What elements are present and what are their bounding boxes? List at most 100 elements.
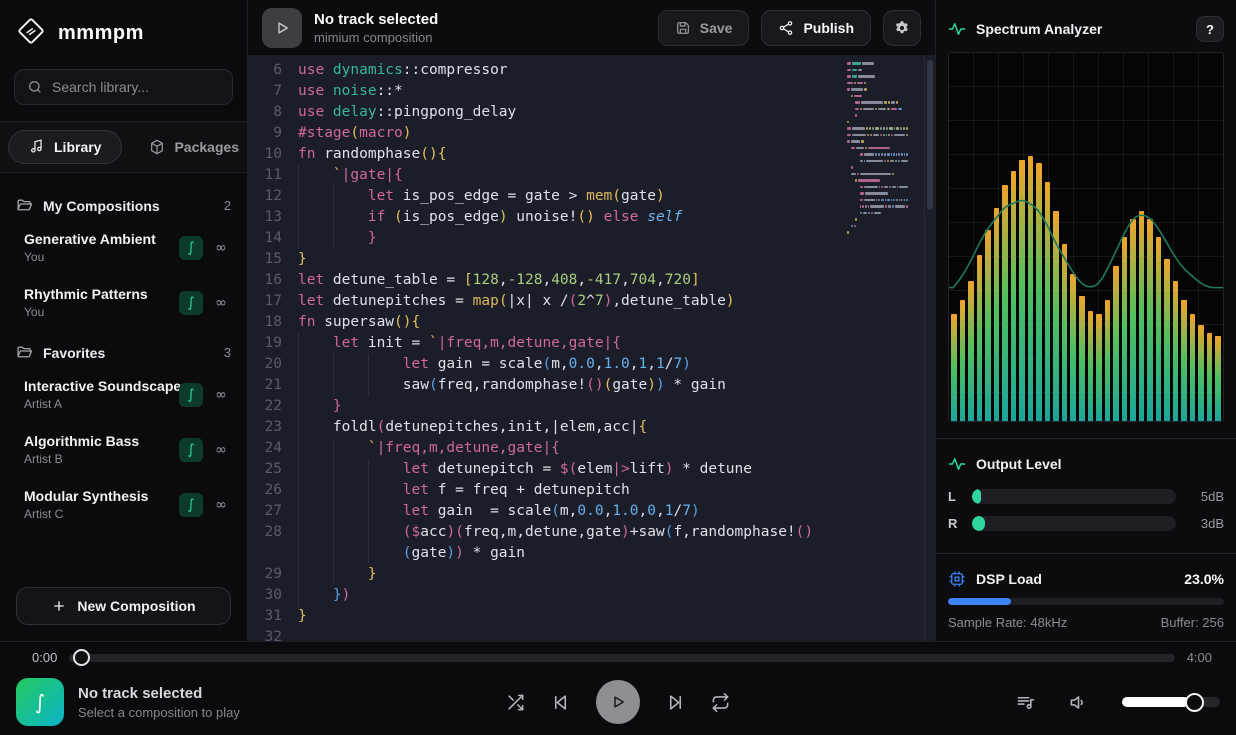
indent-guide: [298, 543, 299, 564]
composition-info: Generative AmbientYou: [24, 231, 171, 264]
header-play-button[interactable]: [262, 8, 302, 48]
code-token: (: [612, 188, 621, 204]
code-token: `: [333, 167, 342, 183]
previous-button[interactable]: [551, 693, 570, 712]
code-token: else: [595, 209, 647, 225]
minimap-token: [847, 140, 850, 143]
dsp-load-value: 23.0%: [1184, 571, 1224, 587]
scrollbar-thumb[interactable]: [927, 60, 933, 210]
code-token: * gain: [665, 377, 726, 393]
code-token: }: [333, 398, 342, 414]
save-button[interactable]: Save: [658, 10, 750, 46]
code-token: let: [298, 293, 333, 309]
minimap-token: [892, 205, 893, 208]
minimap-token: [852, 127, 865, 130]
editor-minimap[interactable]: [847, 62, 909, 244]
section-header[interactable]: My Compositions2: [16, 183, 231, 220]
indent-guide: [298, 585, 299, 606]
code-token: detunepitch =: [438, 461, 560, 477]
volume-icon[interactable]: [1069, 693, 1088, 712]
composition-item[interactable]: Modular SynthesisArtist C∫∞: [16, 477, 231, 532]
minimap-token: [892, 173, 894, 176]
shuffle-button[interactable]: [506, 693, 525, 712]
minimap-token: [847, 62, 851, 65]
code-token: elem: [577, 461, 612, 477]
queue-button[interactable]: [1016, 693, 1035, 712]
code-token: 2: [577, 293, 586, 309]
minimap-token: [876, 199, 878, 202]
code-token: let: [403, 461, 438, 477]
code-line: 25 let detunepitch = $(elem|>lift) * det…: [248, 459, 845, 480]
minimap-token: [860, 108, 862, 111]
audio-settings-info: Sample Rate: 48kHz Buffer: 256: [936, 605, 1236, 640]
infinity-icon: ∞: [211, 387, 231, 403]
minimap-token: [884, 160, 886, 163]
composition-item[interactable]: Generative AmbientYou∫∞: [16, 220, 231, 275]
code-token: (): [796, 524, 813, 540]
sidebar-tabs: LibraryPackages: [0, 121, 247, 173]
volume-handle[interactable]: [1185, 693, 1204, 712]
minimap-token: [891, 153, 893, 156]
code-token: (: [394, 209, 403, 225]
minimap-token: [878, 199, 880, 202]
search-input[interactable]: [52, 79, 220, 95]
new-composition-button[interactable]: New Composition: [16, 587, 231, 625]
next-button[interactable]: [666, 693, 685, 712]
minimap-token: [888, 101, 890, 104]
section-header[interactable]: Favorites3: [16, 330, 231, 367]
code-token: $: [412, 524, 421, 540]
minimap-token: [892, 186, 896, 189]
settings-button[interactable]: [883, 10, 921, 46]
minimap-line: [860, 153, 909, 156]
minimap-token: [888, 205, 891, 208]
code-token: ): [691, 503, 700, 519]
integral-badge-icon: ∫: [179, 383, 203, 407]
minimap-token: [881, 153, 884, 156]
minimap-token: [896, 153, 898, 156]
code-token: 0.0: [577, 503, 603, 519]
minimap-token: [855, 218, 857, 221]
repeat-button[interactable]: [711, 693, 730, 712]
minimap-token: [870, 134, 872, 137]
player-controls-row: ∫ No track selected Select a composition…: [0, 671, 1236, 733]
code-token: if: [368, 209, 394, 225]
composition-item[interactable]: Interactive SoundscapeArtist A∫∞: [16, 367, 231, 422]
seek-bar[interactable]: [69, 654, 1174, 662]
indent-guide: [298, 375, 299, 396]
code-token: 720: [665, 272, 691, 288]
seek-handle[interactable]: [73, 649, 90, 666]
composition-author: Artist A: [24, 397, 171, 411]
code-editor[interactable]: 6use dynamics::compressor7use noise::*8u…: [248, 56, 935, 641]
indent-guide: [298, 522, 299, 543]
minimap-token: [891, 108, 897, 111]
tab-library[interactable]: Library: [8, 130, 122, 164]
indent-guide: [333, 207, 334, 228]
composition-item[interactable]: Algorithmic BassArtist B∫∞: [16, 422, 231, 477]
minimap-line: [847, 238, 909, 241]
minimap-token: [891, 101, 895, 104]
editor-scrollbar[interactable]: [924, 56, 935, 641]
code-token: ,: [577, 272, 586, 288]
line-number: 30: [248, 585, 298, 606]
minimap-token: [898, 160, 900, 163]
code-lines[interactable]: 6use dynamics::compressor7use noise::*8u…: [248, 60, 845, 641]
volume-slider[interactable]: [1122, 697, 1220, 707]
code-line: 22 }: [248, 396, 845, 417]
publish-button[interactable]: Publish: [761, 10, 871, 46]
composition-item[interactable]: Rhythmic PatternsYou∫∞: [16, 275, 231, 330]
current-track-info: No track selected mimium composition: [314, 11, 646, 45]
minimap-token: [851, 140, 859, 143]
minimap-token: [847, 88, 850, 91]
code-token: +saw: [630, 524, 665, 540]
minimap-token: [858, 179, 880, 182]
tab-packages[interactable]: Packages: [128, 130, 260, 164]
play-button[interactable]: [596, 680, 640, 724]
help-button[interactable]: ?: [1196, 16, 1224, 42]
save-label: Save: [700, 20, 733, 36]
indent-guide: [333, 459, 334, 480]
total-time: 4:00: [1187, 650, 1212, 665]
channel-value: 5dB: [1186, 489, 1224, 504]
line-content: #stage(macro): [298, 123, 845, 144]
minimap-line: [855, 108, 909, 111]
composition-info: Algorithmic BassArtist B: [24, 433, 171, 466]
